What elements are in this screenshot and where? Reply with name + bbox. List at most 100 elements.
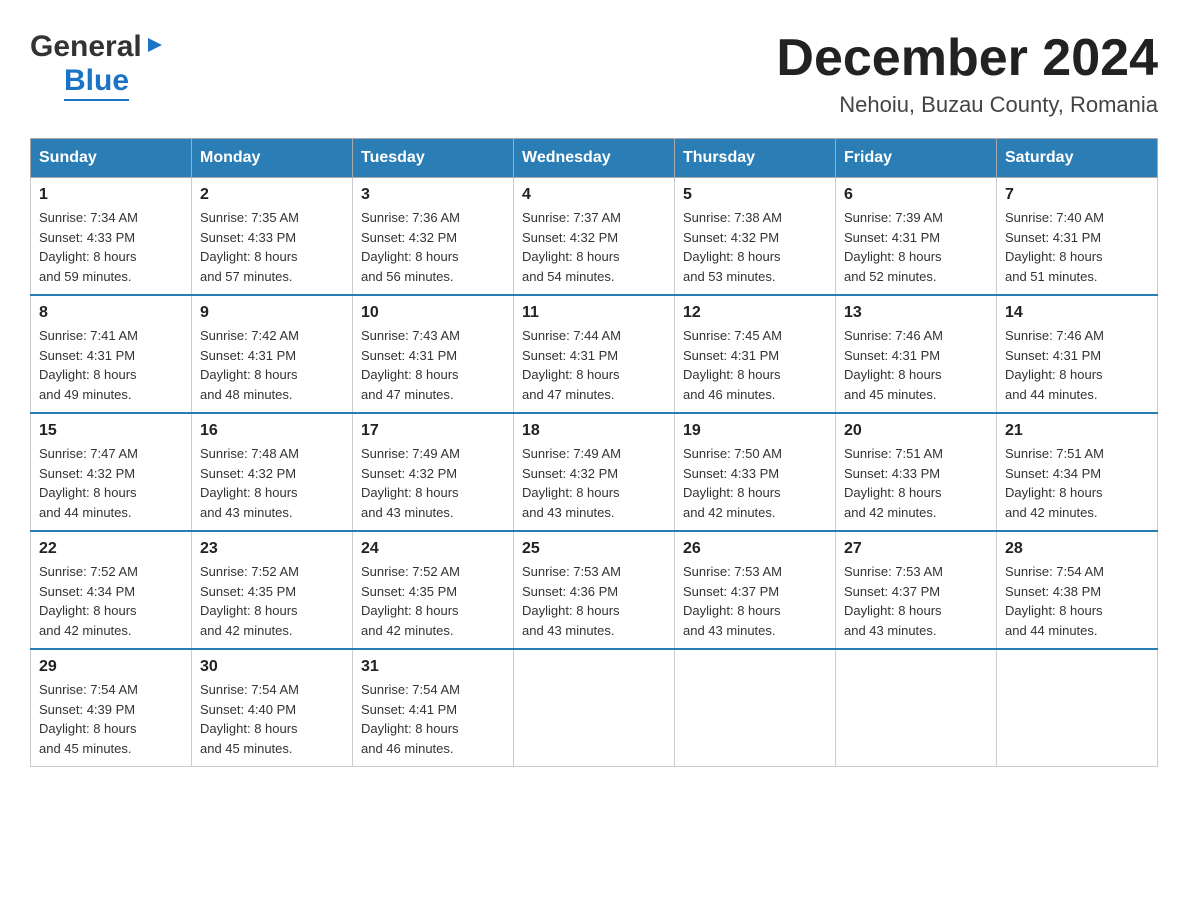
day-number: 20 [844, 422, 988, 440]
day-info: Sunrise: 7:52 AM Sunset: 4:35 PM Dayligh… [200, 562, 344, 640]
day-number: 10 [361, 304, 505, 322]
table-row: 15 Sunrise: 7:47 AM Sunset: 4:32 PM Dayl… [31, 413, 192, 531]
table-row: 2 Sunrise: 7:35 AM Sunset: 4:33 PM Dayli… [192, 178, 353, 296]
logo-blue-text: Blue [64, 64, 129, 98]
day-number: 9 [200, 304, 344, 322]
day-number: 6 [844, 186, 988, 204]
table-row: 6 Sunrise: 7:39 AM Sunset: 4:31 PM Dayli… [836, 178, 997, 296]
calendar-week-4: 22 Sunrise: 7:52 AM Sunset: 4:34 PM Dayl… [31, 531, 1158, 649]
day-number: 30 [200, 658, 344, 676]
day-info: Sunrise: 7:34 AM Sunset: 4:33 PM Dayligh… [39, 208, 183, 286]
table-row: 4 Sunrise: 7:37 AM Sunset: 4:32 PM Dayli… [514, 178, 675, 296]
table-row: 24 Sunrise: 7:52 AM Sunset: 4:35 PM Dayl… [353, 531, 514, 649]
table-row [997, 649, 1158, 767]
table-row: 17 Sunrise: 7:49 AM Sunset: 4:32 PM Dayl… [353, 413, 514, 531]
calendar-header-row: Sunday Monday Tuesday Wednesday Thursday… [31, 139, 1158, 178]
day-number: 24 [361, 540, 505, 558]
day-info: Sunrise: 7:53 AM Sunset: 4:37 PM Dayligh… [844, 562, 988, 640]
day-number: 7 [1005, 186, 1149, 204]
table-row: 8 Sunrise: 7:41 AM Sunset: 4:31 PM Dayli… [31, 295, 192, 413]
col-monday: Monday [192, 139, 353, 178]
table-row: 22 Sunrise: 7:52 AM Sunset: 4:34 PM Dayl… [31, 531, 192, 649]
day-number: 11 [522, 304, 666, 322]
day-number: 12 [683, 304, 827, 322]
day-number: 22 [39, 540, 183, 558]
table-row: 9 Sunrise: 7:42 AM Sunset: 4:31 PM Dayli… [192, 295, 353, 413]
table-row: 26 Sunrise: 7:53 AM Sunset: 4:37 PM Dayl… [675, 531, 836, 649]
day-number: 4 [522, 186, 666, 204]
day-info: Sunrise: 7:44 AM Sunset: 4:31 PM Dayligh… [522, 326, 666, 404]
day-info: Sunrise: 7:46 AM Sunset: 4:31 PM Dayligh… [844, 326, 988, 404]
col-sunday: Sunday [31, 139, 192, 178]
col-friday: Friday [836, 139, 997, 178]
day-info: Sunrise: 7:53 AM Sunset: 4:37 PM Dayligh… [683, 562, 827, 640]
day-info: Sunrise: 7:52 AM Sunset: 4:34 PM Dayligh… [39, 562, 183, 640]
table-row: 3 Sunrise: 7:36 AM Sunset: 4:32 PM Dayli… [353, 178, 514, 296]
day-info: Sunrise: 7:46 AM Sunset: 4:31 PM Dayligh… [1005, 326, 1149, 404]
table-row: 13 Sunrise: 7:46 AM Sunset: 4:31 PM Dayl… [836, 295, 997, 413]
day-info: Sunrise: 7:49 AM Sunset: 4:32 PM Dayligh… [522, 444, 666, 522]
day-number: 29 [39, 658, 183, 676]
day-number: 8 [39, 304, 183, 322]
day-info: Sunrise: 7:48 AM Sunset: 4:32 PM Dayligh… [200, 444, 344, 522]
calendar-week-2: 8 Sunrise: 7:41 AM Sunset: 4:31 PM Dayli… [31, 295, 1158, 413]
day-number: 13 [844, 304, 988, 322]
day-number: 3 [361, 186, 505, 204]
table-row: 1 Sunrise: 7:34 AM Sunset: 4:33 PM Dayli… [31, 178, 192, 296]
table-row: 20 Sunrise: 7:51 AM Sunset: 4:33 PM Dayl… [836, 413, 997, 531]
table-row [836, 649, 997, 767]
table-row: 31 Sunrise: 7:54 AM Sunset: 4:41 PM Dayl… [353, 649, 514, 767]
day-info: Sunrise: 7:39 AM Sunset: 4:31 PM Dayligh… [844, 208, 988, 286]
day-info: Sunrise: 7:43 AM Sunset: 4:31 PM Dayligh… [361, 326, 505, 404]
location-title: Nehoiu, Buzau County, Romania [776, 92, 1158, 118]
logo-general-text: General [30, 30, 142, 64]
day-info: Sunrise: 7:35 AM Sunset: 4:33 PM Dayligh… [200, 208, 344, 286]
calendar-week-3: 15 Sunrise: 7:47 AM Sunset: 4:32 PM Dayl… [31, 413, 1158, 531]
col-thursday: Thursday [675, 139, 836, 178]
table-row: 19 Sunrise: 7:50 AM Sunset: 4:33 PM Dayl… [675, 413, 836, 531]
table-row: 27 Sunrise: 7:53 AM Sunset: 4:37 PM Dayl… [836, 531, 997, 649]
day-info: Sunrise: 7:54 AM Sunset: 4:41 PM Dayligh… [361, 680, 505, 758]
title-section: December 2024 Nehoiu, Buzau County, Roma… [776, 30, 1158, 118]
table-row: 30 Sunrise: 7:54 AM Sunset: 4:40 PM Dayl… [192, 649, 353, 767]
day-number: 15 [39, 422, 183, 440]
day-info: Sunrise: 7:38 AM Sunset: 4:32 PM Dayligh… [683, 208, 827, 286]
table-row [514, 649, 675, 767]
table-row: 28 Sunrise: 7:54 AM Sunset: 4:38 PM Dayl… [997, 531, 1158, 649]
day-info: Sunrise: 7:49 AM Sunset: 4:32 PM Dayligh… [361, 444, 505, 522]
day-number: 25 [522, 540, 666, 558]
day-info: Sunrise: 7:42 AM Sunset: 4:31 PM Dayligh… [200, 326, 344, 404]
month-title: December 2024 [776, 30, 1158, 87]
day-info: Sunrise: 7:51 AM Sunset: 4:34 PM Dayligh… [1005, 444, 1149, 522]
page-header: General Blue December 2024 Nehoiu, Buzau… [30, 30, 1158, 118]
day-number: 5 [683, 186, 827, 204]
day-info: Sunrise: 7:53 AM Sunset: 4:36 PM Dayligh… [522, 562, 666, 640]
day-info: Sunrise: 7:50 AM Sunset: 4:33 PM Dayligh… [683, 444, 827, 522]
day-number: 19 [683, 422, 827, 440]
table-row: 14 Sunrise: 7:46 AM Sunset: 4:31 PM Dayl… [997, 295, 1158, 413]
day-number: 1 [39, 186, 183, 204]
day-info: Sunrise: 7:40 AM Sunset: 4:31 PM Dayligh… [1005, 208, 1149, 286]
day-info: Sunrise: 7:45 AM Sunset: 4:31 PM Dayligh… [683, 326, 827, 404]
day-info: Sunrise: 7:47 AM Sunset: 4:32 PM Dayligh… [39, 444, 183, 522]
logo: General Blue [30, 30, 164, 101]
table-row: 11 Sunrise: 7:44 AM Sunset: 4:31 PM Dayl… [514, 295, 675, 413]
table-row: 7 Sunrise: 7:40 AM Sunset: 4:31 PM Dayli… [997, 178, 1158, 296]
table-row: 21 Sunrise: 7:51 AM Sunset: 4:34 PM Dayl… [997, 413, 1158, 531]
day-number: 14 [1005, 304, 1149, 322]
day-info: Sunrise: 7:52 AM Sunset: 4:35 PM Dayligh… [361, 562, 505, 640]
day-info: Sunrise: 7:36 AM Sunset: 4:32 PM Dayligh… [361, 208, 505, 286]
calendar-week-1: 1 Sunrise: 7:34 AM Sunset: 4:33 PM Dayli… [31, 178, 1158, 296]
day-info: Sunrise: 7:54 AM Sunset: 4:40 PM Dayligh… [200, 680, 344, 758]
col-wednesday: Wednesday [514, 139, 675, 178]
day-number: 16 [200, 422, 344, 440]
day-info: Sunrise: 7:54 AM Sunset: 4:38 PM Dayligh… [1005, 562, 1149, 640]
day-number: 27 [844, 540, 988, 558]
day-info: Sunrise: 7:51 AM Sunset: 4:33 PM Dayligh… [844, 444, 988, 522]
table-row: 25 Sunrise: 7:53 AM Sunset: 4:36 PM Dayl… [514, 531, 675, 649]
day-info: Sunrise: 7:41 AM Sunset: 4:31 PM Dayligh… [39, 326, 183, 404]
table-row: 18 Sunrise: 7:49 AM Sunset: 4:32 PM Dayl… [514, 413, 675, 531]
col-saturday: Saturday [997, 139, 1158, 178]
table-row: 12 Sunrise: 7:45 AM Sunset: 4:31 PM Dayl… [675, 295, 836, 413]
day-number: 17 [361, 422, 505, 440]
